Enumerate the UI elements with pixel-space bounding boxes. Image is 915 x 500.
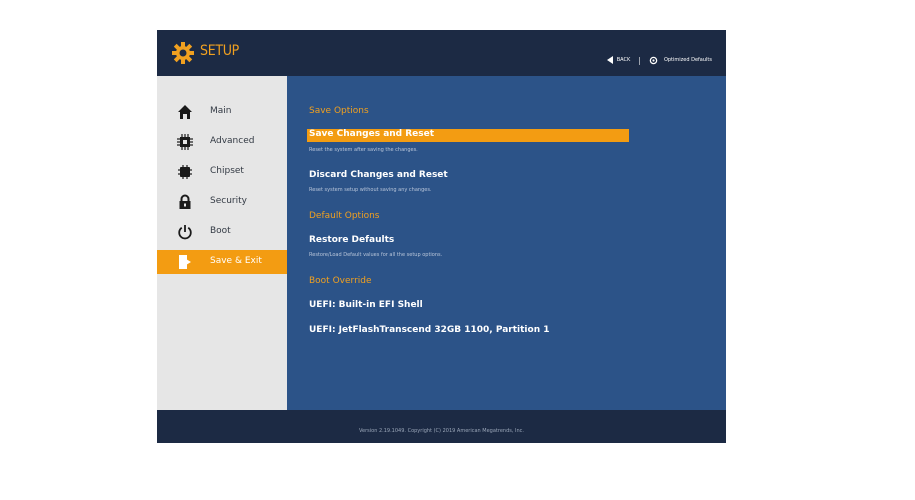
- section-title-save-options: Save Options: [309, 106, 369, 116]
- chip-icon: [178, 165, 192, 179]
- optimized-defaults-button[interactable]: Optimized Defaults: [664, 57, 712, 63]
- gear-logo-icon: [172, 42, 194, 64]
- top-actions: BACK | Optimized Defaults: [606, 54, 712, 66]
- option-description: Reset system setup without saving any ch…: [309, 187, 432, 193]
- sidebar-item-advanced[interactable]: Advanced: [157, 130, 287, 154]
- option-label: UEFI: JetFlashTranscend 32GB 1100, Parti…: [309, 325, 550, 335]
- sidebar-item-label: Chipset: [210, 166, 244, 176]
- option-label: Restore Defaults: [309, 235, 395, 245]
- sidebar-item-boot[interactable]: Boot: [157, 220, 287, 244]
- sidebar-item-save-exit[interactable]: Save & Exit: [157, 250, 287, 274]
- boot-override-jetflash-option[interactable]: UEFI: JetFlashTranscend 32GB 1100, Parti…: [307, 325, 629, 338]
- save-changes-reset-option[interactable]: Save Changes and Reset: [307, 129, 629, 142]
- sidebar: Main Advanced Chipset Security Boot Save…: [157, 76, 287, 410]
- sidebar-item-label: Advanced: [210, 136, 255, 146]
- sidebar-item-chipset[interactable]: Chipset: [157, 160, 287, 184]
- discard-changes-reset-option[interactable]: Discard Changes and Reset: [307, 170, 629, 183]
- gear-icon[interactable]: [649, 56, 658, 65]
- cpu-icon: [177, 134, 193, 150]
- copyright-text: Version 2.19.1049. Copyright (C) 2019 Am…: [358, 428, 525, 434]
- power-icon: [178, 225, 192, 240]
- top-bar: SETUP BACK | Optimized Defaults: [157, 30, 726, 76]
- sidebar-item-label: Boot: [210, 226, 231, 236]
- main-content: Save Options Save Changes and Reset Rese…: [287, 76, 726, 410]
- exit-icon: [179, 255, 191, 269]
- option-description: Restore/Load Default values for all the …: [309, 252, 443, 258]
- app-title: SETUP: [200, 43, 239, 59]
- bios-setup-window: SETUP BACK | Optimized Defaults Main Adv…: [157, 30, 726, 443]
- option-label: Save Changes and Reset: [309, 129, 435, 139]
- back-arrow-icon[interactable]: [606, 56, 613, 64]
- sidebar-item-main[interactable]: Main: [157, 100, 287, 124]
- option-description: Reset the system after saving the change…: [309, 147, 418, 153]
- sidebar-item-label: Main: [210, 106, 232, 116]
- boot-override-efi-shell-option[interactable]: UEFI: Built-in EFI Shell: [307, 300, 629, 313]
- sidebar-item-label: Save & Exit: [210, 256, 262, 266]
- restore-defaults-option[interactable]: Restore Defaults: [307, 235, 629, 248]
- sidebar-item-label: Security: [210, 196, 247, 206]
- section-title-default-options: Default Options: [309, 211, 380, 221]
- footer: Version 2.19.1049. Copyright (C) 2019 Am…: [157, 410, 726, 443]
- option-label: Discard Changes and Reset: [309, 170, 448, 180]
- separator: |: [638, 55, 641, 65]
- section-title-boot-override: Boot Override: [309, 276, 372, 286]
- home-icon: [178, 105, 192, 119]
- option-label: UEFI: Built-in EFI Shell: [309, 300, 423, 310]
- sidebar-item-security[interactable]: Security: [157, 190, 287, 214]
- back-button[interactable]: BACK: [617, 57, 631, 63]
- lock-icon: [179, 194, 191, 209]
